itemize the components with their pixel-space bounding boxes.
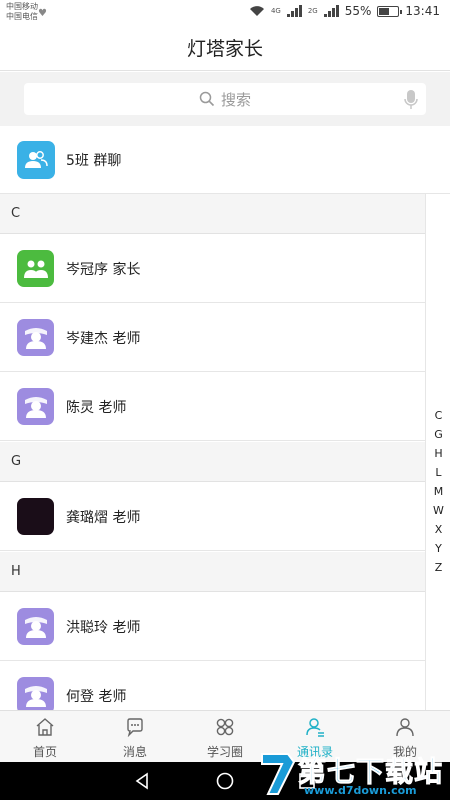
carrier-1: 中国移动 (6, 2, 38, 11)
title-bar: 灯塔家长 (0, 24, 450, 71)
contact-name: 洪聪玲 老师 (66, 620, 141, 636)
index-letter-c[interactable]: C (435, 406, 443, 425)
watermark-logo (261, 753, 296, 795)
search-area: 搜索 (0, 72, 450, 126)
battery-percent: 55% (344, 4, 372, 18)
heart-rate-icon: ♥ (38, 8, 47, 19)
index-letter-g[interactable]: G (434, 425, 443, 444)
parent-icon (23, 260, 48, 278)
tab-label: 学习圈 (206, 745, 243, 759)
index-letter-y[interactable]: Y (435, 539, 442, 558)
group-chat-item[interactable]: 5班 群聊 (0, 126, 450, 194)
battery-icon (377, 5, 403, 17)
tab-clover[interactable]: 学习圈 (180, 711, 270, 762)
parent-avatar (17, 250, 54, 287)
contact-item[interactable]: 龚璐熠 老师 (0, 483, 425, 551)
page-title: 灯塔家长 (186, 37, 263, 60)
network-tag-1: 4G (270, 6, 281, 15)
teacher-avatar (17, 388, 54, 425)
back-icon[interactable] (133, 771, 153, 791)
teacher-avatar (17, 319, 54, 356)
contact-name: 岑建杰 老师 (66, 331, 141, 347)
index-letter-h[interactable]: H (434, 444, 442, 463)
clover-icon (215, 717, 235, 741)
index-letter-w[interactable]: W (433, 501, 444, 520)
status-bar: 中国移动 中国电信 ♥ 4G 2G 55% 13:41 (0, 0, 450, 24)
contact-name: 岑冠序 家长 (66, 262, 141, 278)
tab-label: 消息 (122, 745, 147, 759)
index-letter-z[interactable]: Z (435, 558, 443, 577)
person-icon (395, 717, 415, 741)
contact-item[interactable]: 岑建杰 老师 (0, 304, 425, 372)
contact-name: 陈灵 老师 (66, 400, 127, 416)
contact-item[interactable]: 岑冠序 家长 (0, 235, 425, 303)
group-icon (25, 151, 48, 168)
teacher-avatar (17, 677, 54, 710)
tab-message[interactable]: 消息 (90, 711, 180, 762)
carrier-2: 中国电信 (6, 12, 38, 21)
home-nav-icon[interactable] (215, 771, 235, 791)
contacts-icon (305, 717, 325, 741)
index-letter-l[interactable]: L (435, 463, 441, 482)
section-header-h: H (0, 552, 425, 592)
clock: 13:41 (405, 4, 440, 18)
section-header-c: C (0, 194, 425, 234)
teacher-icon (24, 396, 47, 418)
group-name: 5班 群聊 (66, 153, 122, 169)
group-avatar (17, 141, 55, 179)
signal-icon-2 (323, 5, 339, 17)
search-placeholder: 搜索 (220, 90, 251, 109)
contact-name: 何登 老师 (66, 689, 127, 705)
search-icon (199, 91, 215, 107)
section-header-g: G (0, 442, 425, 482)
index-letter-x[interactable]: X (435, 520, 443, 539)
search-input[interactable]: 搜索 (24, 83, 426, 115)
watermark-url: www.d7down.com (304, 784, 417, 797)
teacher-icon (24, 685, 47, 707)
carrier-info: 中国移动 中国电信 (6, 2, 38, 22)
contact-item[interactable]: 陈灵 老师 (0, 373, 425, 441)
contact-list: C 岑冠序 家长 岑建杰 老师 陈灵 老师 G 龚璐熠 老师 H 洪聪玲 老师 何登 老师 (0, 194, 425, 710)
tab-home[interactable]: 首页 (0, 711, 90, 762)
contact-item[interactable]: 何登 老师 (0, 662, 425, 710)
contact-item[interactable]: 洪聪玲 老师 (0, 593, 425, 661)
microphone-icon[interactable] (404, 90, 418, 110)
contact-name: 龚璐熠 老师 (66, 510, 141, 526)
signal-icon (286, 5, 302, 17)
wifi-icon (249, 6, 264, 16)
home-icon (35, 717, 55, 741)
index-letter-m[interactable]: M (434, 482, 444, 501)
teacher-icon (24, 616, 47, 638)
photo-avatar (17, 498, 54, 535)
network-tag-2: 2G (307, 6, 318, 15)
watermark: 第七下载站 www.d7down.com (258, 748, 448, 798)
teacher-icon (24, 327, 47, 349)
status-icons: 4G 2G 55% 13:41 (249, 4, 440, 18)
message-icon (125, 717, 145, 741)
teacher-avatar (17, 608, 54, 645)
tab-label: 首页 (32, 745, 57, 759)
alphabet-index[interactable]: CGHLMWXYZ (425, 194, 450, 710)
